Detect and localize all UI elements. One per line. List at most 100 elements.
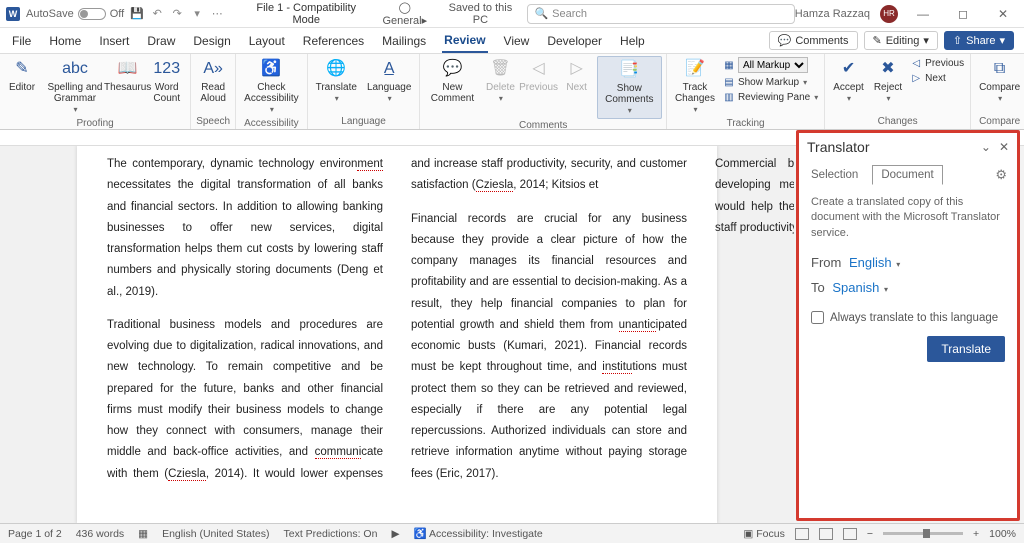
tab-view[interactable]: View — [502, 30, 532, 52]
translator-to-row[interactable]: To Spanish ▾ — [811, 280, 1005, 295]
pane-close-icon[interactable]: ✕ — [999, 140, 1009, 154]
thesaurus-button[interactable]: 📖Thesaurus — [110, 56, 145, 95]
status-predictions[interactable]: Text Predictions: On — [283, 528, 377, 540]
user-avatar-icon[interactable]: HR — [880, 5, 898, 23]
save-icon[interactable]: 💾 — [130, 7, 144, 21]
status-accessibility[interactable]: ♿ Accessibility: Investigate — [414, 527, 543, 540]
new-comment-button[interactable]: 💬New Comment — [424, 56, 480, 106]
autosave-toggle[interactable]: AutoSave Off — [26, 8, 124, 20]
view-read-icon[interactable] — [795, 528, 809, 540]
accessibility-icon: ♿ — [260, 58, 282, 80]
tab-review[interactable]: Review — [442, 29, 487, 53]
zoom-in-button[interactable]: + — [973, 528, 979, 540]
share-button[interactable]: ⇧ Share ▾ — [944, 31, 1014, 50]
tab-references[interactable]: References — [301, 30, 366, 52]
zoom-out-button[interactable]: − — [867, 528, 873, 540]
view-print-icon[interactable] — [819, 528, 833, 540]
language-button[interactable]: A̲Language▾ — [363, 56, 416, 106]
document-page[interactable]: The contemporary, dynamic technology env… — [77, 146, 717, 523]
read-aloud-button[interactable]: A»Read Aloud — [195, 56, 231, 106]
tab-design[interactable]: Design — [191, 30, 232, 52]
thesaurus-icon: 📖 — [117, 58, 139, 80]
chevron-down-icon: ▾ — [896, 260, 900, 269]
translator-title: Translator — [807, 139, 870, 155]
markup-dropdown[interactable]: ▦All Markup — [721, 56, 820, 74]
redo-icon[interactable]: ↷ — [170, 7, 184, 21]
editing-mode-button[interactable]: ✎ Editing ▾ — [864, 31, 938, 50]
translator-settings-icon[interactable]: ⚙ — [995, 167, 1007, 183]
translate-button[interactable]: 🌐Translate▾ — [312, 56, 361, 106]
pane-collapse-icon[interactable]: ⌄ — [981, 140, 991, 154]
status-macro-icon[interactable]: ▶ — [391, 528, 399, 540]
tab-insert[interactable]: Insert — [97, 30, 131, 52]
next-comment-button[interactable]: ▷Next — [559, 56, 595, 95]
status-words[interactable]: 436 words — [76, 528, 124, 540]
close-button[interactable]: ✕ — [988, 4, 1018, 24]
check-accessibility-button[interactable]: ♿Check Accessibility▾ — [240, 56, 302, 117]
wordcount-icon: 123 — [156, 58, 178, 80]
tab-mailings[interactable]: Mailings — [380, 30, 428, 52]
accept-button[interactable]: ✔Accept▾ — [829, 56, 868, 106]
document-area[interactable]: The contemporary, dynamic technology env… — [0, 146, 794, 523]
status-language[interactable]: English (United States) — [162, 528, 269, 540]
group-comments: 💬New Comment 🗑Delete▾ ◁Previous ▷Next 📑S… — [420, 54, 667, 129]
search-input[interactable]: 🔍 Search — [527, 4, 794, 24]
previous-change-button[interactable]: ◁Previous — [908, 56, 966, 70]
reject-button[interactable]: ✖Reject▾ — [870, 56, 906, 106]
tab-draw[interactable]: Draw — [145, 30, 177, 52]
translate-action-button[interactable]: Translate — [927, 336, 1005, 362]
qat-more-icon[interactable]: ▾ — [190, 7, 204, 21]
paragraph[interactable]: The contemporary, dynamic technology env… — [107, 154, 383, 303]
previous-comment-button[interactable]: ◁Previous — [520, 56, 556, 95]
document-location[interactable]: ◯ General▸ — [376, 1, 433, 27]
translator-tab-selection[interactable]: Selection — [809, 165, 860, 185]
status-focus[interactable]: ▣ Focus — [743, 528, 784, 540]
wordcount-button[interactable]: 123Word Count — [147, 56, 186, 106]
reviewing-pane-button[interactable]: ▥Reviewing Pane▾ — [721, 90, 820, 104]
compare-button[interactable]: ⧉Compare▾ — [975, 56, 1024, 106]
next-icon: ▷ — [566, 58, 588, 80]
translator-from-row[interactable]: From English ▾ — [811, 255, 1005, 270]
group-proofing: ✎Editor abcSpelling and Grammar▾ 📖Thesau… — [0, 54, 191, 129]
ribbon: ✎Editor abcSpelling and Grammar▾ 📖Thesau… — [0, 54, 1024, 130]
autosave-label: AutoSave — [26, 8, 74, 20]
status-page[interactable]: Page 1 of 2 — [8, 528, 62, 540]
track-changes-icon: 📝 — [684, 58, 706, 80]
tab-layout[interactable]: Layout — [247, 30, 287, 52]
editor-icon: ✎ — [11, 58, 33, 80]
previous-change-icon: ◁ — [910, 57, 922, 69]
undo-icon[interactable]: ↶ — [150, 7, 164, 21]
translator-tab-document[interactable]: Document — [872, 165, 942, 185]
editor-button[interactable]: ✎Editor — [4, 56, 40, 95]
comments-button[interactable]: 💬 Comments — [769, 31, 858, 50]
search-icon: 🔍 — [534, 7, 548, 20]
next-change-button[interactable]: ▷Next — [908, 71, 966, 85]
view-web-icon[interactable] — [843, 528, 857, 540]
tab-file[interactable]: File — [10, 30, 33, 52]
group-changes: ✔Accept▾ ✖Reject▾ ◁Previous ▷Next Change… — [825, 54, 971, 129]
toggle-icon — [78, 8, 106, 20]
qat-customize-icon[interactable]: ⋯ — [210, 7, 224, 21]
zoom-slider[interactable] — [883, 532, 963, 535]
user-name[interactable]: Hamza Razzaq — [795, 8, 870, 20]
group-tracking: 📝Track Changes▾ ▦All Markup ▤Show Markup… — [667, 54, 825, 129]
tab-home[interactable]: Home — [47, 30, 83, 52]
always-translate-checkbox[interactable]: Always translate to this language — [811, 311, 1005, 324]
paragraph[interactable]: Financial records are crucial for any bu… — [411, 209, 687, 485]
previous-icon: ◁ — [528, 58, 550, 80]
spelling-button[interactable]: abcSpelling and Grammar▾ — [42, 56, 108, 117]
group-accessibility: ♿Check Accessibility▾ Accessibility — [236, 54, 307, 129]
minimize-button[interactable]: — — [908, 4, 938, 24]
always-translate-input[interactable] — [811, 311, 824, 324]
paragraph[interactable]: Commercial banks have been looking at an… — [715, 154, 794, 239]
tab-developer[interactable]: Developer — [545, 30, 604, 52]
status-spell-icon[interactable]: ▦ — [138, 528, 148, 540]
show-markup-button[interactable]: ▤Show Markup▾ — [721, 75, 820, 89]
maximize-button[interactable]: ◻ — [948, 4, 978, 24]
delete-comment-button[interactable]: 🗑Delete▾ — [482, 56, 518, 106]
track-changes-button[interactable]: 📝Track Changes▾ — [671, 56, 719, 117]
group-speech: A»Read Aloud Speech — [191, 54, 236, 129]
show-comments-button[interactable]: 📑Show Comments▾ — [597, 56, 662, 119]
zoom-level[interactable]: 100% — [989, 528, 1016, 540]
tab-help[interactable]: Help — [618, 30, 647, 52]
